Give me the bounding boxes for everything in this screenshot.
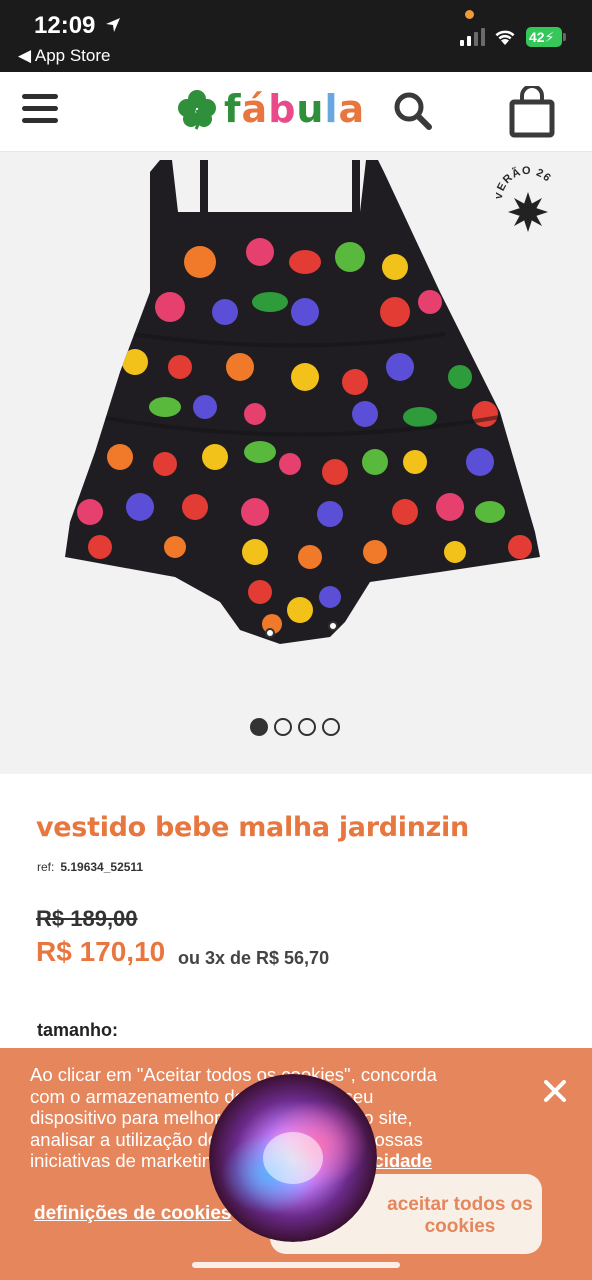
cookie-settings-link[interactable]: definições de cookies [34, 1203, 231, 1225]
fabula-logo[interactable]: fábula [176, 86, 365, 132]
status-time: 12:09 [34, 12, 96, 39]
logo-letter: l [324, 87, 339, 131]
battery-indicator: 42⚡ [526, 27, 562, 47]
season-badge-text: VERÃO 26 [493, 165, 553, 201]
season-badge: VERÃO 26 [493, 165, 560, 236]
search-icon[interactable] [392, 90, 434, 132]
sun-badge-icon: VERÃO 26 [493, 165, 553, 232]
wifi-icon [495, 30, 515, 45]
logo-letter: f [224, 87, 242, 131]
sale-price: R$ 170,10 [36, 936, 166, 967]
cellular-signal-icon [460, 28, 485, 46]
logo-letter: u [296, 87, 325, 131]
carousel-dot-1[interactable] [250, 718, 268, 736]
site-header: fábula [0, 72, 592, 152]
location-arrow-icon [106, 18, 120, 32]
hamburger-menu-icon[interactable] [22, 92, 60, 126]
cookie-message-line-1: Ao clicar em "Aceitar todos os cookies",… [30, 1064, 437, 1085]
privacy-indicator-dot [465, 10, 474, 19]
carousel-dot-2[interactable] [274, 718, 292, 736]
battery-tip [563, 33, 566, 41]
product-ref-value: 5.19634_52511 [60, 860, 144, 874]
product-ref-label: ref: [37, 860, 55, 874]
product-photo [0, 152, 592, 774]
back-to-app-store-link[interactable]: ◀ App Store [18, 46, 110, 66]
carousel-dots [250, 718, 340, 736]
product-image-carousel[interactable]: VERÃO 26 [0, 152, 592, 774]
status-bar: 12:09 ◀ App Store 42⚡ [0, 0, 592, 72]
svg-text:VERÃO 26: VERÃO 26 [496, 166, 553, 201]
flower-logo-icon [178, 90, 216, 130]
close-icon[interactable] [540, 1076, 570, 1106]
carousel-dot-3[interactable] [298, 718, 316, 736]
charging-bolt-icon: ⚡ [544, 29, 555, 45]
installment-price: ou 3x de R$ 56,70 [178, 948, 330, 968]
original-price: R$ 189,00 [36, 906, 138, 931]
size-label: tamanho: [37, 1020, 118, 1040]
logo-letter: á [241, 87, 269, 131]
carousel-dot-4[interactable] [322, 718, 340, 736]
cookie-message-line-5: iniciativas de marketing. [30, 1150, 228, 1171]
logo-letter: b [268, 87, 297, 131]
battery-level: 42 [529, 29, 545, 45]
product-title: vestido bebe malha jardinzin [36, 812, 469, 843]
shopping-bag-icon[interactable] [508, 86, 556, 138]
siri-icon[interactable] [209, 1074, 377, 1242]
logo-text: fábula [224, 87, 365, 131]
home-indicator [192, 1262, 400, 1268]
product-ref: ref: 5.19634_52511 [37, 860, 143, 874]
logo-letter: a [338, 87, 366, 131]
